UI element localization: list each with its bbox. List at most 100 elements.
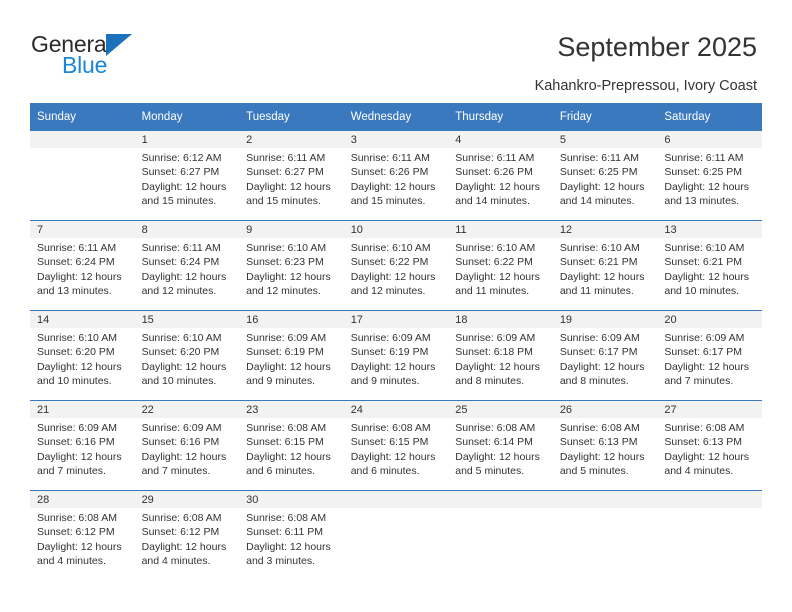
day-number: 2	[239, 131, 344, 148]
day-sun-info	[553, 508, 658, 511]
day-cell-inner: 6 Sunrise: 6:11 AM Sunset: 6:25 PM Daylight…	[657, 131, 762, 220]
calendar-day-cell[interactable]: 16 Sunrise: 6:09 AM Sunset: 6:19 PM Dayligh…	[239, 310, 344, 401]
day-cell-inner: 12 Sunrise: 6:10 AM Sunset: 6:21 PM Dayligh…	[552, 221, 658, 310]
daylight-text-line2: and 11 minutes.	[559, 284, 634, 297]
sunrise-text: Sunrise: 6:11 AM	[559, 152, 639, 164]
calendar-day-cell[interactable]: 2 Sunrise: 6:11 AM Sunset: 6:27 PM Daylight…	[239, 131, 344, 221]
sunrise-text: Sunrise: 6:08 AM	[559, 422, 640, 434]
calendar-day-cell[interactable]: 21 Sunrise: 6:09 AM Sunset: 6:16 PM Dayligh…	[30, 400, 135, 491]
day-sun-info	[657, 508, 762, 511]
sunset-text: Sunset: 6:20 PM	[141, 346, 220, 359]
calendar-day-cell[interactable]: 13 Sunrise: 6:10 AM Sunset: 6:21 PM Dayligh…	[657, 220, 762, 311]
day-number: 7	[30, 221, 135, 238]
calendar-day-cell[interactable]: 8 Sunrise: 6:11 AM Sunset: 6:24 PM Daylight…	[134, 220, 240, 311]
weekday-header-tuesday: Tuesday	[239, 103, 344, 131]
calendar-day-cell[interactable]: 7 Sunrise: 6:11 AM Sunset: 6:24 PM Daylight…	[30, 220, 135, 311]
sunrise-text: Sunrise: 6:10 AM	[455, 242, 536, 254]
day-number: 13	[657, 221, 762, 238]
calendar-day-cell[interactable]: 30 Sunrise: 6:08 AM Sunset: 6:11 PM Dayligh…	[239, 490, 344, 580]
day-number: 1	[134, 131, 240, 148]
day-cell-inner: 20 Sunrise: 6:09 AM Sunset: 6:17 PM Dayligh…	[657, 311, 762, 400]
daylight-text-line2: and 6 minutes.	[246, 464, 316, 477]
calendar-page: General Blue September 2025 Kahankro-Pre…	[0, 0, 792, 612]
sunrise-text: Sunrise: 6:09 AM	[455, 332, 536, 344]
calendar-day-cell[interactable]: 6 Sunrise: 6:11 AM Sunset: 6:25 PM Daylight…	[657, 131, 762, 221]
sunset-text: Sunset: 6:16 PM	[37, 436, 115, 449]
page-header: General Blue September 2025 Kahankro-Pre…	[0, 0, 792, 100]
weekday-header-saturday: Saturday	[657, 103, 762, 131]
calendar-day-cell[interactable]: 14 Sunrise: 6:10 AM Sunset: 6:20 PM Dayligh…	[30, 310, 135, 401]
daylight-text-line1: Daylight: 12 hours	[246, 270, 331, 283]
daylight-text-line2: and 4 minutes.	[37, 554, 106, 567]
day-cell-inner: 4 Sunrise: 6:11 AM Sunset: 6:26 PM Daylight…	[448, 131, 553, 220]
day-number: 29	[134, 491, 240, 508]
calendar-day-cell[interactable]: 15 Sunrise: 6:10 AM Sunset: 6:20 PM Dayligh…	[134, 310, 240, 401]
daylight-text-line2: and 6 minutes.	[350, 464, 420, 477]
day-number: 28	[30, 491, 135, 508]
day-cell-inner: 3 Sunrise: 6:11 AM Sunset: 6:26 PM Daylight…	[343, 131, 449, 220]
day-cell-inner: 23 Sunrise: 6:08 AM Sunset: 6:15 PM Dayligh…	[239, 401, 344, 490]
weekday-header-monday: Monday	[134, 103, 240, 131]
sunset-text: Sunset: 6:21 PM	[559, 256, 638, 269]
calendar-day-cell[interactable]: 11 Sunrise: 6:10 AM Sunset: 6:22 PM Dayligh…	[448, 220, 553, 311]
calendar-day-cell[interactable]: 20 Sunrise: 6:09 AM Sunset: 6:17 PM Dayligh…	[657, 310, 762, 401]
sunrise-text: Sunrise: 6:08 AM	[246, 422, 327, 434]
calendar-day-cell[interactable]: 25 Sunrise: 6:08 AM Sunset: 6:14 PM Dayligh…	[448, 400, 553, 491]
sunset-text: Sunset: 6:24 PM	[37, 256, 115, 269]
sunset-text: Sunset: 6:17 PM	[559, 346, 638, 359]
day-number: 27	[657, 401, 762, 418]
day-number: 8	[134, 221, 240, 238]
calendar-day-cell[interactable]: 17 Sunrise: 6:09 AM Sunset: 6:19 PM Dayligh…	[343, 310, 449, 401]
weekday-header-thursday: Thursday	[448, 103, 553, 131]
calendar-day-cell[interactable]: 26 Sunrise: 6:08 AM Sunset: 6:13 PM Dayligh…	[552, 400, 658, 491]
sunrise-text: Sunrise: 6:10 AM	[664, 242, 745, 254]
daylight-text-line1: Daylight: 12 hours	[664, 360, 750, 373]
sunset-text: Sunset: 6:16 PM	[141, 436, 220, 449]
calendar-day-cell[interactable]: 5 Sunrise: 6:11 AM Sunset: 6:25 PM Daylight…	[552, 131, 658, 221]
sunrise-text: Sunrise: 6:11 AM	[246, 152, 326, 164]
calendar-day-cell[interactable]: 3 Sunrise: 6:11 AM Sunset: 6:26 PM Daylight…	[343, 131, 449, 221]
day-sun-info: Sunrise: 6:08 AM Sunset: 6:13 PM Daylight:…	[553, 418, 658, 478]
day-cell-inner: 1 Sunrise: 6:12 AM Sunset: 6:27 PM Daylight…	[134, 131, 240, 220]
general-blue-logo[interactable]: General Blue	[31, 31, 211, 81]
sunset-text: Sunset: 6:24 PM	[141, 256, 220, 269]
sunrise-text: Sunrise: 6:09 AM	[246, 332, 327, 344]
sunrise-text: Sunrise: 6:10 AM	[559, 242, 640, 254]
daylight-text-line2: and 13 minutes.	[37, 284, 112, 297]
day-number: 20	[657, 311, 762, 328]
daylight-text-line1: Daylight: 12 hours	[37, 450, 122, 463]
daylight-text-line2: and 10 minutes.	[141, 374, 217, 387]
daylight-text-line2: and 15 minutes.	[141, 194, 217, 207]
day-number: 19	[552, 311, 658, 328]
day-sun-info: Sunrise: 6:08 AM Sunset: 6:12 PM Daylight:…	[135, 508, 240, 568]
calendar-day-cell[interactable]: 22 Sunrise: 6:09 AM Sunset: 6:16 PM Dayligh…	[134, 400, 240, 491]
daylight-text-line1: Daylight: 12 hours	[141, 450, 227, 463]
calendar-day-cell[interactable]: 24 Sunrise: 6:08 AM Sunset: 6:15 PM Dayligh…	[343, 400, 449, 491]
daylight-text-line2: and 9 minutes.	[246, 374, 316, 387]
daylight-text-line1: Daylight: 12 hours	[455, 450, 540, 463]
sunset-text: Sunset: 6:19 PM	[350, 346, 429, 359]
day-cell-inner: 25 Sunrise: 6:08 AM Sunset: 6:14 PM Dayligh…	[448, 401, 553, 490]
sunset-text: Sunset: 6:27 PM	[246, 166, 324, 179]
day-number: 24	[343, 401, 449, 418]
calendar-day-cell[interactable]: 4 Sunrise: 6:11 AM Sunset: 6:26 PM Daylight…	[448, 131, 553, 221]
calendar-day-cell[interactable]: 27 Sunrise: 6:08 AM Sunset: 6:13 PM Dayligh…	[657, 400, 762, 491]
calendar-day-cell[interactable]: 29 Sunrise: 6:08 AM Sunset: 6:12 PM Dayligh…	[134, 490, 240, 580]
calendar-day-cell[interactable]: 1 Sunrise: 6:12 AM Sunset: 6:27 PM Daylight…	[134, 131, 240, 221]
daylight-text-line2: and 9 minutes.	[350, 374, 420, 387]
sunset-text: Sunset: 6:20 PM	[37, 346, 115, 359]
calendar-day-cell[interactable]: 9 Sunrise: 6:10 AM Sunset: 6:23 PM Daylight…	[239, 220, 344, 311]
day-sun-info	[448, 508, 553, 511]
day-cell-inner: 13 Sunrise: 6:10 AM Sunset: 6:21 PM Dayligh…	[657, 221, 762, 310]
daylight-text-line2: and 12 minutes.	[350, 284, 426, 297]
day-sun-info: Sunrise: 6:08 AM Sunset: 6:13 PM Daylight:…	[657, 418, 762, 478]
calendar-day-cell[interactable]: 12 Sunrise: 6:10 AM Sunset: 6:21 PM Dayligh…	[552, 220, 658, 311]
calendar-day-cell[interactable]: 19 Sunrise: 6:09 AM Sunset: 6:17 PM Dayligh…	[552, 310, 658, 401]
calendar-day-cell[interactable]: 10 Sunrise: 6:10 AM Sunset: 6:22 PM Dayligh…	[343, 220, 449, 311]
calendar-day-cell[interactable]: 28 Sunrise: 6:08 AM Sunset: 6:12 PM Dayligh…	[30, 490, 135, 580]
sunset-text: Sunset: 6:26 PM	[350, 166, 429, 179]
calendar-day-cell[interactable]: 23 Sunrise: 6:08 AM Sunset: 6:15 PM Dayligh…	[239, 400, 344, 491]
calendar-day-cell[interactable]: 18 Sunrise: 6:09 AM Sunset: 6:18 PM Dayligh…	[448, 310, 553, 401]
day-sun-info: Sunrise: 6:10 AM Sunset: 6:20 PM Daylight:…	[30, 328, 135, 388]
daylight-text-line1: Daylight: 12 hours	[455, 270, 540, 283]
